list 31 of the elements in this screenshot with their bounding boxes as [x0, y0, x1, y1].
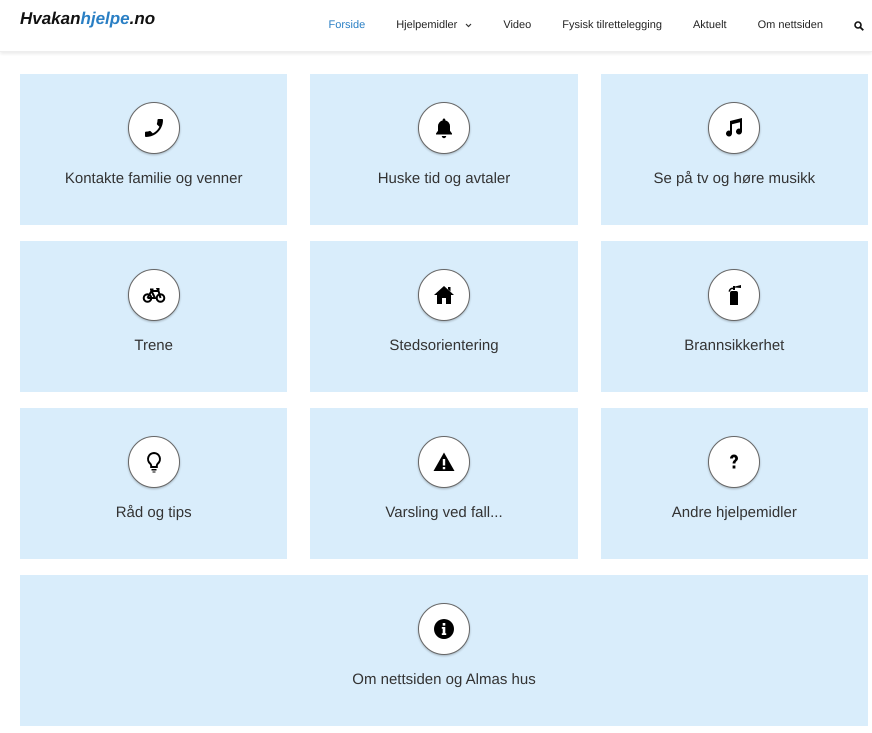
warning-icon — [432, 450, 456, 474]
tile-label: Trene — [134, 336, 173, 356]
category-tile[interactable]: Trene — [20, 241, 288, 392]
site-logo[interactable]: Hvakanhjelpe.no — [20, 6, 156, 32]
category-tile[interactable]: Stedsorientering — [310, 241, 578, 392]
tile-label: Stedsorientering — [389, 336, 499, 356]
nav-link[interactable]: Om nettsiden — [758, 17, 823, 34]
house-icon — [432, 283, 456, 307]
tile-label: Varsling ved fall... — [385, 503, 503, 523]
nav-link[interactable]: Hjelpemidler — [396, 17, 472, 34]
tile-label: Råd og tips — [116, 503, 192, 523]
category-tile[interactable]: Se på tv og høre musikk — [600, 74, 868, 225]
category-tile[interactable]: Råd og tips — [20, 408, 288, 559]
category-tile[interactable]: Huske tid og avtaler — [310, 74, 578, 225]
tile-label: Brannsikkerhet — [684, 336, 784, 356]
nav-link[interactable]: Video — [503, 17, 532, 34]
category-tile[interactable]: Kontakte familie og venner — [20, 74, 288, 225]
nav-link[interactable]: Fysisk tilrettelegging — [562, 17, 662, 34]
tile-label: Andre hjelpemidler — [672, 503, 797, 523]
category-tile[interactable]: Andre hjelpemidler — [600, 408, 868, 559]
nav-link[interactable]: Aktuelt — [692, 17, 727, 34]
category-tile[interactable]: Varsling ved fall... — [310, 408, 578, 559]
tile-label: Se på tv og høre musikk — [653, 169, 816, 189]
tile-label: Om nettsiden og Almas hus — [352, 670, 536, 690]
info-icon — [432, 617, 456, 641]
search-icon[interactable] — [854, 20, 864, 30]
tile-label: Kontakte familie og venner — [64, 169, 242, 189]
category-tile[interactable]: Brannsikkerhet — [600, 241, 868, 392]
category-tile[interactable]: Om nettsiden og Almas hus — [20, 575, 868, 726]
tile-label: Huske tid og avtaler — [378, 169, 510, 189]
nav-link[interactable]: Forside — [328, 17, 366, 34]
